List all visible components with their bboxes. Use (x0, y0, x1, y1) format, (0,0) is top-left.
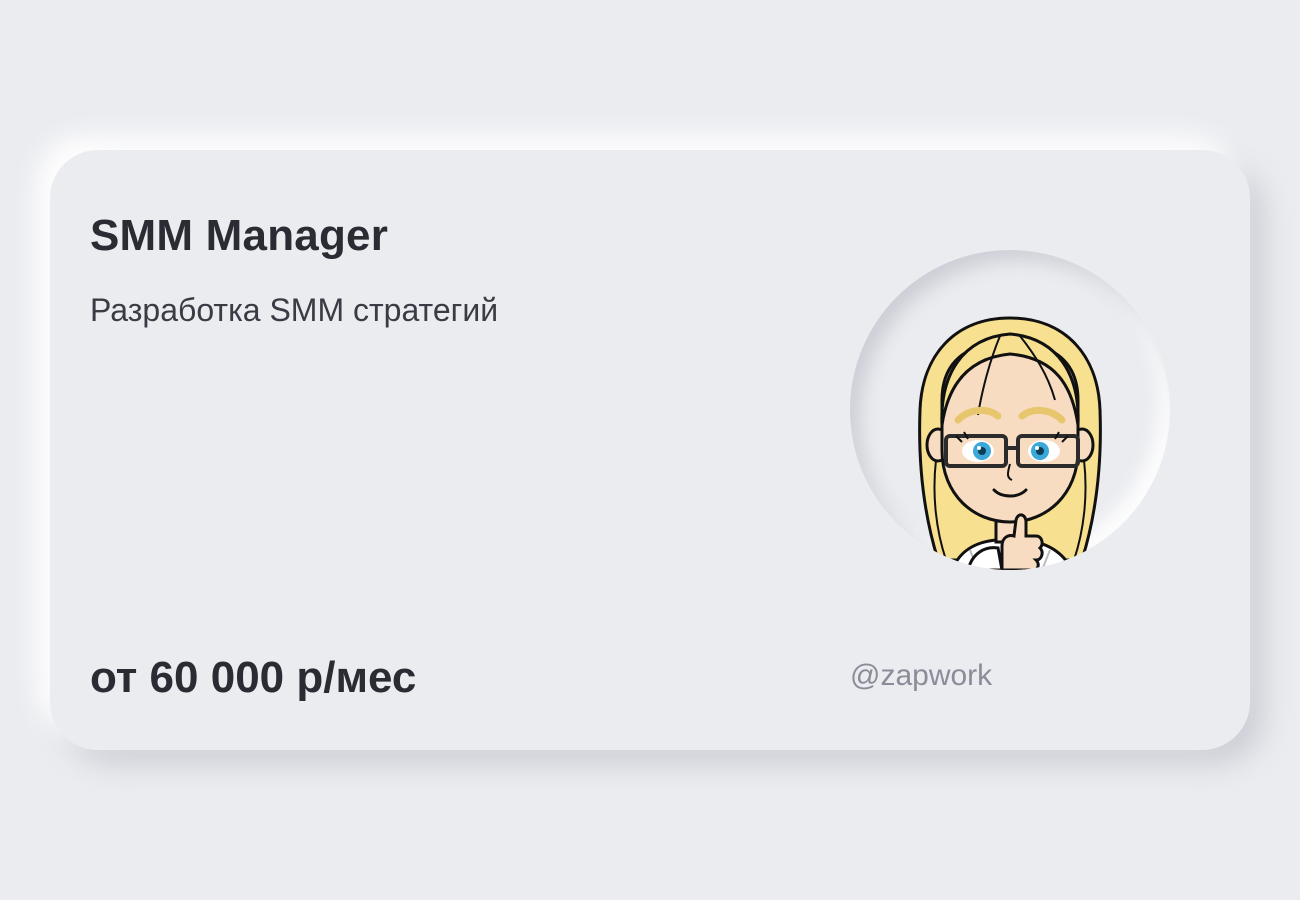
girl-with-glasses-avatar-icon (918, 316, 1102, 570)
job-description: Разработка SMM стратегий (90, 292, 499, 328)
username-handle[interactable]: @zapwork (850, 656, 992, 696)
job-card[interactable]: SMM Manager Разработка SMM стратегий от … (50, 150, 1250, 750)
avatar (850, 250, 1170, 570)
job-title: SMM Manager (90, 211, 389, 260)
price-label: от 60 000 р/мес (90, 653, 417, 702)
